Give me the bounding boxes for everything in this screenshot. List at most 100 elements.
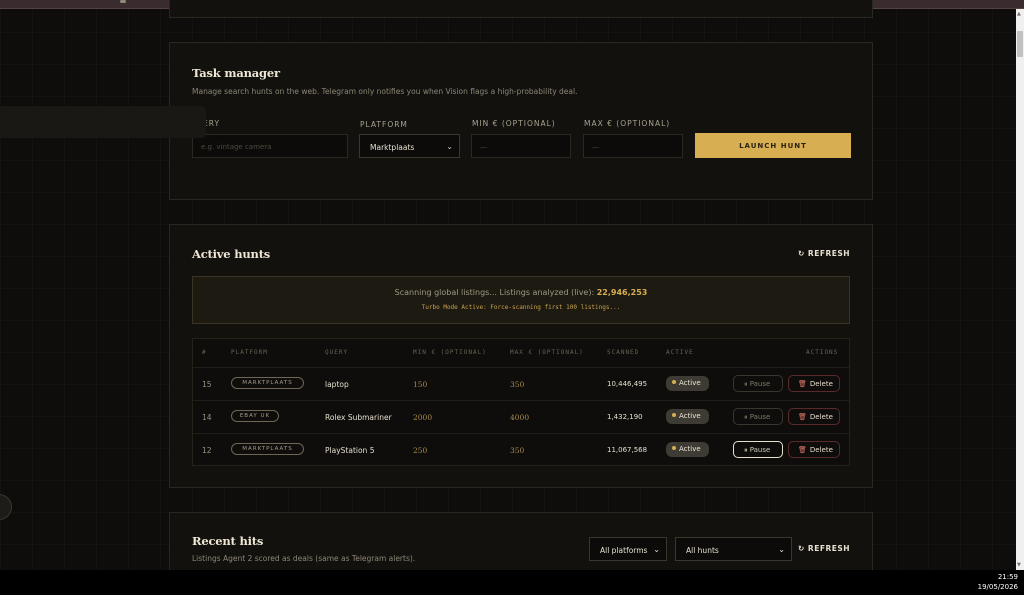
max-label: MAX € (OPTIONAL) bbox=[584, 119, 671, 128]
hunt-filter-value: All hunts bbox=[686, 546, 719, 555]
task-manager-card: Task manager Manage search hunts on the … bbox=[169, 42, 873, 200]
pause-button[interactable]: ⏸ Pause bbox=[733, 408, 783, 425]
scanning-text: Scanning global listings... Listings ana… bbox=[394, 288, 595, 297]
delete-label: Delete bbox=[809, 413, 833, 421]
status-dot-icon bbox=[672, 446, 676, 450]
status-badge: Active bbox=[666, 442, 709, 457]
platform-badge: MARKTPLAATS bbox=[231, 443, 304, 455]
hunt-filter-select[interactable]: All hunts ⌄ bbox=[675, 537, 792, 561]
table-row: 14 EBAY UK Rolex Submariner 2000 4000 1,… bbox=[193, 400, 849, 433]
table-row: 12 MARKTPLAATS PlayStation 5 250 350 11,… bbox=[193, 433, 849, 466]
column-header-actions: ACTIONS bbox=[806, 349, 839, 356]
pause-icon: ⏸ bbox=[744, 446, 748, 454]
task-manager-subtitle: Manage search hunts on the web. Telegram… bbox=[192, 87, 578, 96]
refresh-icon: ↻ bbox=[798, 249, 805, 258]
status-badge: Active bbox=[666, 409, 709, 424]
pause-button[interactable]: ⏸ Pause bbox=[733, 441, 783, 458]
column-header-query: QUERY bbox=[325, 349, 349, 356]
turbo-mode-text: Turbo Mode Active: Force-scanning first … bbox=[421, 304, 621, 311]
hunt-min: 2000 bbox=[413, 413, 433, 422]
delete-label: Delete bbox=[809, 380, 833, 388]
table-row: 15 MARKTPLAATS laptop 150 350 10,446,495… bbox=[193, 367, 849, 400]
pause-label: Pause bbox=[749, 413, 771, 421]
hunt-max: 4000 bbox=[510, 413, 530, 422]
chevron-down-icon: ⌄ bbox=[778, 545, 785, 554]
chevron-down-icon: ⌄ bbox=[653, 545, 660, 554]
hunt-query: PlayStation 5 bbox=[325, 446, 375, 455]
trash-icon: 🗑 bbox=[798, 446, 807, 454]
platform-badge: EBAY UK bbox=[231, 410, 279, 422]
platform-filter-select[interactable]: All platforms ⌄ bbox=[589, 537, 667, 561]
refresh-label: REFRESH bbox=[807, 249, 851, 258]
hunt-min: 250 bbox=[413, 446, 428, 455]
active-hunts-title: Active hunts bbox=[192, 247, 271, 261]
status-badge: Active bbox=[666, 376, 709, 391]
hunt-scanned: 11,067,568 bbox=[607, 446, 648, 454]
trash-icon: 🗑 bbox=[798, 380, 807, 388]
delete-button[interactable]: 🗑 Delete bbox=[788, 375, 840, 392]
pause-button[interactable]: ⏸ Pause bbox=[733, 375, 783, 392]
task-manager-title: Task manager bbox=[192, 66, 280, 80]
scanning-status-box: Scanning global listings... Listings ana… bbox=[192, 276, 850, 324]
floating-overlay bbox=[0, 106, 206, 138]
scroll-up-icon[interactable]: ▲ bbox=[1017, 11, 1021, 17]
bookmark-icon[interactable] bbox=[120, 0, 126, 3]
status-dot-icon bbox=[672, 380, 676, 384]
hunt-id: 15 bbox=[202, 380, 212, 389]
pause-icon: ⏸ bbox=[744, 380, 748, 388]
column-header-max: MAX € (OPTIONAL) bbox=[510, 349, 584, 356]
delete-label: Delete bbox=[809, 446, 833, 454]
min-label: MIN € (OPTIONAL) bbox=[472, 119, 556, 128]
recent-hits-title: Recent hits bbox=[192, 534, 264, 548]
hunt-query: laptop bbox=[325, 380, 349, 389]
platform-select-value: Marktplaats bbox=[370, 143, 415, 152]
refresh-button[interactable]: ↻ REFRESH bbox=[798, 249, 850, 258]
status-label: Active bbox=[679, 379, 701, 387]
min-input[interactable]: — bbox=[471, 134, 571, 158]
query-input[interactable]: e.g. vintage camera bbox=[192, 134, 348, 158]
recent-hits-subtitle: Listings Agent 2 scored as deals (same a… bbox=[192, 554, 416, 563]
refresh-label: REFRESH bbox=[807, 544, 851, 553]
platform-filter-value: All platforms bbox=[600, 546, 648, 555]
clock-time: 21:59 bbox=[997, 573, 1018, 581]
column-header-min: MIN € (OPTIONAL) bbox=[413, 349, 487, 356]
hunts-table: # PLATFORM QUERY MIN € (OPTIONAL) MAX € … bbox=[192, 338, 850, 466]
refresh-icon: ↻ bbox=[798, 544, 805, 553]
platform-label: PLATFORM bbox=[360, 120, 408, 129]
recent-hits-card: Recent hits Listings Agent 2 scored as d… bbox=[169, 512, 873, 570]
platform-badge: MARKTPLAATS bbox=[231, 377, 304, 389]
trash-icon: 🗑 bbox=[798, 413, 807, 421]
column-header-active: ACTIVE bbox=[666, 349, 694, 356]
delete-button[interactable]: 🗑 Delete bbox=[788, 441, 840, 458]
pause-icon: ⏸ bbox=[744, 413, 748, 421]
column-header-scanned: SCANNED bbox=[607, 349, 640, 356]
launch-hunt-button[interactable]: LAUNCH HUNT bbox=[695, 133, 851, 158]
listings-analyzed-count: 22,946,253 bbox=[596, 288, 648, 297]
refresh-button[interactable]: ↻ REFRESH bbox=[798, 544, 850, 553]
active-hunts-card: Active hunts ↻ REFRESH Scanning global l… bbox=[169, 224, 873, 488]
hunt-query: Rolex Submariner bbox=[325, 413, 392, 422]
pause-label: Pause bbox=[749, 446, 771, 454]
platform-select[interactable]: Marktplaats ⌄ bbox=[359, 134, 460, 158]
previous-card bbox=[169, 0, 873, 18]
taskbar: 21:59 19/05/2026 bbox=[0, 570, 1024, 595]
clock-date: 19/05/2026 bbox=[977, 583, 1018, 591]
column-header-id: # bbox=[202, 349, 207, 356]
status-dot-icon bbox=[672, 413, 676, 417]
max-input[interactable]: — bbox=[583, 134, 683, 158]
column-header-platform: PLATFORM bbox=[231, 349, 268, 356]
scroll-down-icon[interactable]: ▼ bbox=[1017, 562, 1021, 568]
scrollbar-thumb[interactable] bbox=[1017, 31, 1023, 57]
hunt-min: 150 bbox=[413, 380, 428, 389]
status-label: Active bbox=[679, 412, 701, 420]
delete-button[interactable]: 🗑 Delete bbox=[788, 408, 840, 425]
hunt-max: 350 bbox=[510, 446, 525, 455]
hunt-scanned: 10,446,495 bbox=[607, 380, 648, 388]
system-clock[interactable]: 21:59 19/05/2026 bbox=[978, 572, 1018, 592]
chevron-down-icon: ⌄ bbox=[446, 142, 453, 151]
hunt-id: 12 bbox=[202, 446, 212, 455]
pause-label: Pause bbox=[749, 380, 771, 388]
scanning-status: Scanning global listings... Listings ana… bbox=[193, 288, 849, 297]
scrollbar[interactable]: ▲ ▼ bbox=[1016, 9, 1024, 570]
hunt-scanned: 1,432,190 bbox=[607, 413, 643, 421]
